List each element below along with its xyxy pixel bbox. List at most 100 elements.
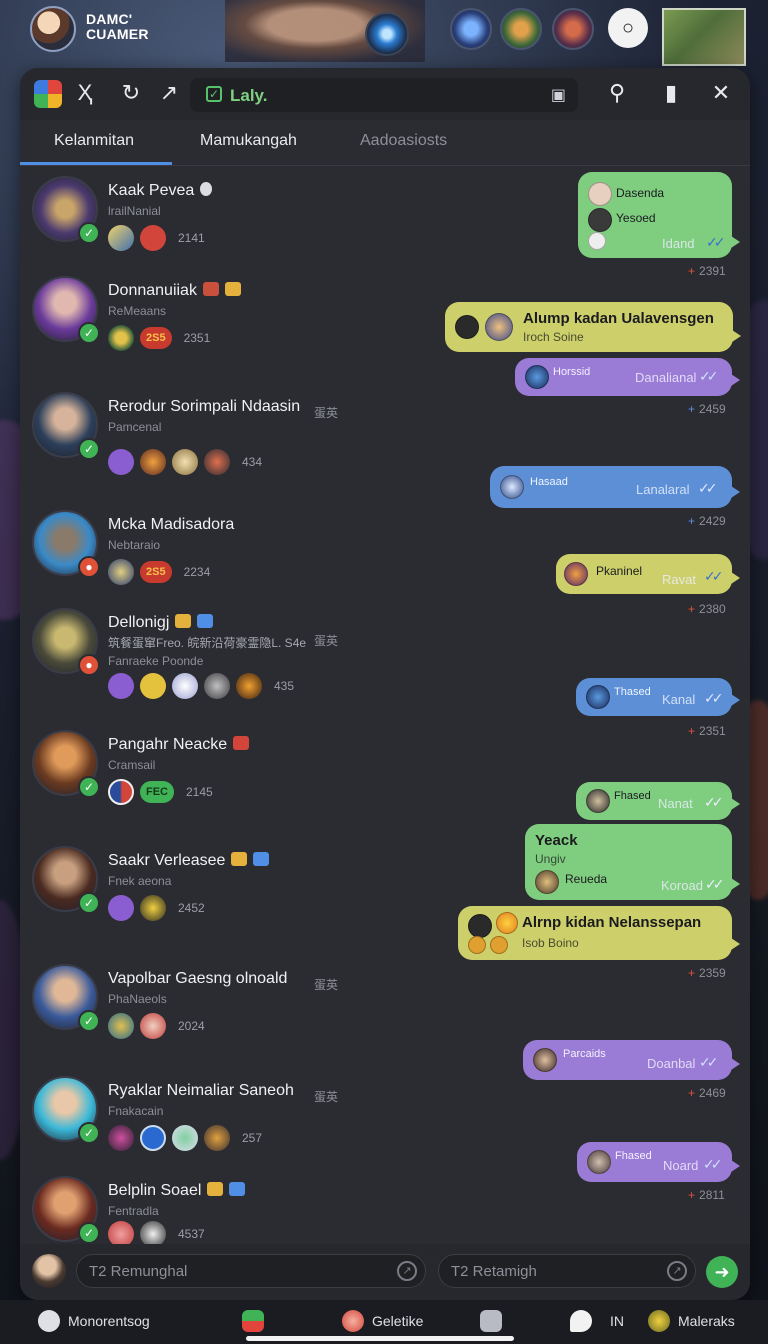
sender-avatar [468, 936, 486, 954]
badge-icon [140, 1125, 166, 1151]
message-text: Kanal [662, 692, 696, 707]
notes-icon [480, 1310, 502, 1332]
message-bubble[interactable]: Parcaids Doanbal ✓✓ [523, 1040, 740, 1080]
contact-row[interactable]: ● Dellonigj 筑餐蛋窜Freo. 皖新沿荷豪霊隐L. S4e 蛋英 F… [20, 608, 460, 718]
message-text: Ravat [662, 572, 696, 587]
message-input-right[interactable]: T2 Retamigh ↗ [438, 1254, 696, 1288]
read-ticks-icon: ✓✓ [706, 234, 726, 250]
browser-icon [342, 1310, 364, 1332]
sender-avatar [564, 562, 588, 586]
message-text: Pkaninel [596, 564, 643, 578]
game-icon-2[interactable] [500, 8, 542, 50]
message-bubble[interactable]: Fhased Noard ✓✓ [577, 1142, 740, 1182]
share-icon[interactable]: ↗ [154, 78, 184, 108]
contact-subtitle: Cramsail [108, 758, 156, 772]
contact-row[interactable]: ✓ Vapolbar Gaesng olnoald PhaNaeols 蛋英 2… [20, 964, 460, 1074]
message-bubble[interactable]: Alump kadan Ualavensgen Iroch Soine [445, 302, 741, 352]
sender-avatar [587, 1150, 611, 1174]
message-line: Yesoed [616, 211, 656, 225]
contact-meta-row: 2141 [108, 224, 205, 252]
badge-icon [140, 449, 166, 475]
tab-kelanmitan[interactable]: Kelanmitan [54, 132, 134, 150]
contact-meta-row: 435 [108, 672, 294, 700]
taskbar-item[interactable]: Maleraks [648, 1310, 735, 1332]
contact-row[interactable]: ● Mcka Madisadora Nebtaraio 2S5 2234 [20, 510, 460, 620]
taskbar-item[interactable] [480, 1310, 502, 1332]
address-bar[interactable]: ✓ Laly. ▣ [190, 78, 578, 112]
close-icon[interactable]: ✕ [706, 78, 736, 108]
message-input-left[interactable]: T2 Remunghal ↗ [76, 1254, 426, 1288]
rank-badge: FEC [140, 781, 174, 803]
contact-meta-row: 434 [108, 448, 262, 476]
rank-badge: 2S5 [140, 327, 172, 349]
alert-icon: ● [78, 654, 100, 676]
read-ticks-icon: ✓✓ [704, 568, 724, 584]
contact-subtitle: Nebtaraio [108, 538, 161, 552]
taskbar-item[interactable]: Monorentsog [38, 1310, 150, 1332]
app-store-icon [242, 1310, 264, 1332]
game-icon-1[interactable] [450, 8, 492, 50]
sender-avatar [586, 789, 610, 813]
sender-avatar [496, 912, 518, 934]
badge-icon [140, 673, 166, 699]
message-bubble[interactable]: Pkaninel Ravat ✓✓ [556, 554, 740, 594]
home-indicator[interactable] [246, 1336, 514, 1341]
contact-meta-row: 2S5 2351 [108, 324, 210, 352]
tab-bar: Kelanmitan Mamukangah Aadoasiosts [20, 120, 750, 166]
contact-name: Pangahr Neacke [108, 736, 250, 754]
message-bubble[interactable]: Hasaad Lanalaral ✓✓ [490, 466, 740, 508]
contact-row[interactable]: ✓ Rerodur Sorimpali Ndaasin Pamcenal 蛋英 … [20, 392, 460, 502]
contact-row[interactable]: ✓ Ryaklar Neimaliar Saneoh Fnakacain 蛋英 … [20, 1076, 460, 1186]
sender-avatar [586, 685, 610, 709]
app-logo-icon[interactable] [34, 80, 62, 108]
message-bubble[interactable]: Horssid Danalianal ✓✓ [515, 358, 740, 396]
bookmark-icon[interactable]: ▮ [656, 78, 686, 108]
message-text: Fhased [614, 790, 651, 802]
badge-icon [140, 1013, 166, 1039]
contact-subtitle: Fentradla [108, 1204, 159, 1218]
lock-icon[interactable]: ▣ [551, 85, 566, 105]
status-icon [200, 182, 213, 196]
badge-icon [108, 449, 134, 475]
game-icon-3[interactable] [552, 8, 594, 50]
search-icon[interactable]: ⚲ [602, 78, 632, 108]
tab-aadoasiosts[interactable]: Aadoasiosts [360, 132, 447, 150]
contact-row[interactable]: ✓ Kaak Pevea lrailNanial 2141 [20, 176, 460, 286]
read-ticks-icon: ✓✓ [705, 876, 725, 892]
contact-meta-row: 2S5 2234 [108, 558, 210, 586]
compass-icon[interactable]: ↗ [397, 1261, 417, 1281]
message-meta: +2351 [688, 724, 726, 738]
message-bubble[interactable]: Fhased Nanat ✓✓ [576, 782, 740, 820]
map-thumbnail[interactable] [662, 8, 746, 66]
contact-subtitle: PhaNaeols [108, 992, 167, 1006]
taskbar-label: Geletike [372, 1313, 424, 1329]
message-bubble[interactable]: Dasenda Yesoed Idand ✓✓ [578, 172, 740, 258]
contact-name: Kaak Pevea [108, 182, 213, 200]
tab-mamukangah[interactable]: Mamukangah [200, 132, 297, 150]
compass-icon[interactable]: ↗ [667, 1261, 687, 1281]
contact-row[interactable]: ✓ Saakr Verleasee Fnek aeona 2452 [20, 846, 460, 956]
game-icon [648, 1310, 670, 1332]
taskbar-item[interactable]: Geletike [342, 1310, 423, 1332]
badge-icon [108, 673, 134, 699]
refresh-icon[interactable]: ↻ [116, 78, 146, 108]
badge-icon [172, 449, 198, 475]
message-title: Alump kadan Ualavensgen [523, 310, 714, 327]
taskbar-item[interactable] [242, 1310, 264, 1332]
contact-name: Saakr Verleasee [108, 852, 270, 870]
text-cursor-icon[interactable]: Ҳ [70, 78, 100, 108]
message-bubble[interactable]: Thased Kanal ✓✓ [576, 678, 740, 716]
contact-row[interactable]: ✓ Donnanuiiak ReMeaans 2S5 2351 [20, 276, 460, 386]
chat-bubble-icon[interactable]: ○ [608, 8, 648, 48]
message-bubble[interactable]: Alrnp kidan Nelanssepan Isob Boino [458, 906, 740, 960]
send-button[interactable]: ➜ [706, 1256, 738, 1288]
top-bar: DAMC' CUAMER ○ [0, 0, 768, 66]
taskbar-item[interactable]: IN [570, 1310, 624, 1332]
contact-row[interactable]: ✓ Pangahr Neacke Cramsail FEC 2145 [20, 730, 460, 840]
badge-icon [236, 673, 262, 699]
message-meta: +2469 [688, 1086, 726, 1100]
brand-avatar[interactable] [30, 6, 76, 52]
message-text: Reueda [565, 872, 608, 886]
user-avatar[interactable] [32, 1254, 66, 1288]
message-bubble[interactable]: Yeack Ungiv Reueda Koroad ✓✓ [525, 824, 740, 900]
